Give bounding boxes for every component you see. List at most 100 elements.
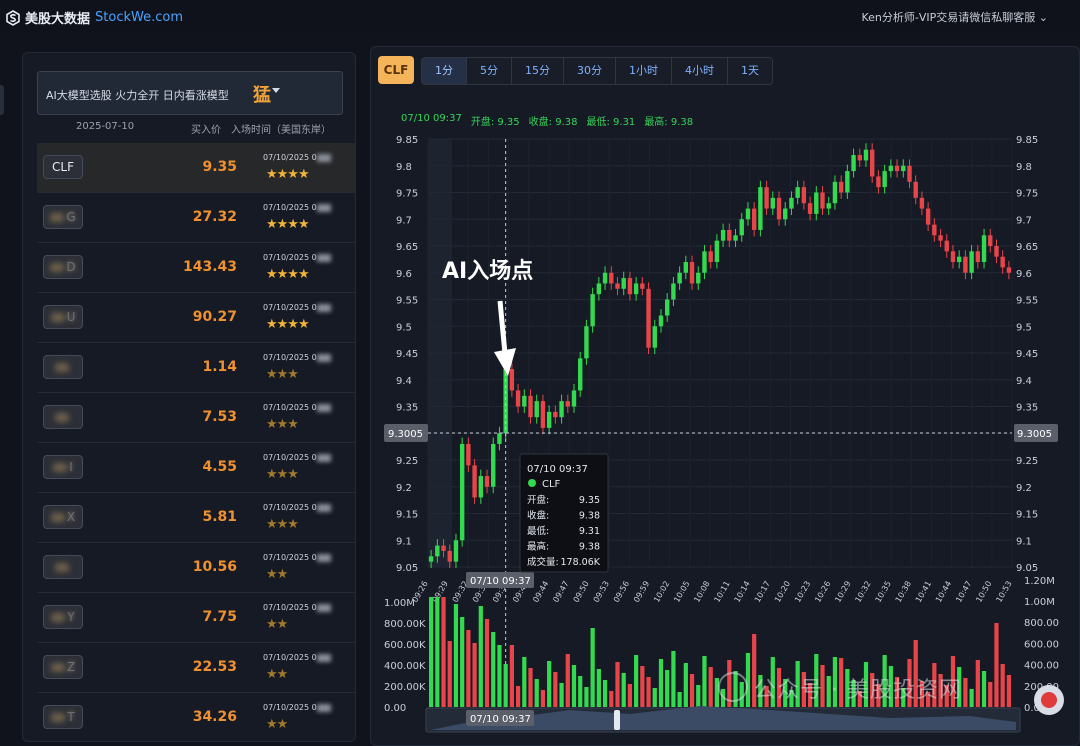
candle [975, 251, 981, 263]
volume-bar [627, 684, 633, 707]
ticker-chip[interactable] [43, 555, 83, 579]
candle [447, 550, 452, 562]
time-tick: 09:29 [431, 580, 450, 604]
volume-bar [553, 672, 558, 707]
volume-tick-right: 600.00 [1024, 639, 1059, 650]
price-tick-left: 9.1 [396, 536, 412, 547]
time-tick: 10:11 [712, 580, 731, 604]
rating-stars: ★★ [266, 717, 288, 732]
account-menu[interactable]: Ken分析师-VIP交易请微信私聊客服 ⌄ [862, 9, 1049, 25]
price-tick-left: 9.7 [396, 215, 412, 226]
list-item[interactable]: U 90.27 07/10/2025 0 ★★★★ [37, 293, 355, 343]
entry-time-text: 07/10/2025 0 [263, 453, 317, 462]
logo-icon [6, 9, 20, 26]
ticker-chip[interactable]: G [43, 205, 83, 229]
ai-entry-annotation: AI入场点 [442, 258, 533, 284]
volume-bar [540, 690, 546, 707]
redacted-mark [316, 603, 331, 612]
model-dropdown[interactable]: AI大模型选股 火力全开 日内看涨模型 猛 [37, 71, 343, 115]
ticker-chip[interactable]: I [43, 455, 83, 479]
entry-time: 07/10/2025 0 [263, 303, 331, 312]
ticker-chip[interactable] [43, 355, 83, 379]
candle [776, 197, 782, 220]
side-drawer-handle[interactable] [0, 85, 4, 115]
volume-bar [497, 645, 502, 707]
candle [826, 203, 831, 209]
redacted-mark [316, 653, 331, 662]
volume-bar [460, 617, 465, 707]
list-item[interactable]: I 4.55 07/10/2025 0 ★★★ [37, 443, 355, 493]
site-logo[interactable]: 美股大数据 StockWe.com [6, 8, 183, 27]
candle [789, 197, 794, 209]
list-item[interactable]: D 143.43 07/10/2025 0 ★★★★ [37, 243, 355, 293]
list-item[interactable]: Z 22.53 07/10/2025 0 ★★ [37, 643, 355, 693]
price-tick-right: 9.4 [1016, 376, 1032, 387]
brand-name: 美股大数据 [25, 12, 91, 27]
list-item[interactable]: 7.53 07/10/2025 0 ★★★ [37, 393, 355, 443]
candle [677, 272, 682, 284]
volume-bar [696, 685, 701, 707]
tooltip-symbol: CLF [542, 479, 561, 490]
candle [907, 165, 912, 182]
volume-bar [994, 623, 999, 707]
entry-time: 07/10/2025 0 [263, 153, 331, 162]
volume-bar [621, 673, 626, 707]
redacted-mark [50, 263, 65, 272]
tooltip-value: 9.35 [579, 495, 600, 506]
list-item[interactable]: Y 7.75 07/10/2025 0 ★★ [37, 593, 355, 643]
price-tick-right: 9.05 [1016, 563, 1038, 574]
volume-bar [547, 661, 552, 707]
candle [509, 369, 515, 391]
candle [609, 272, 614, 284]
price-tick-left: 9.5 [396, 322, 412, 333]
series-dot [528, 479, 536, 487]
ticker-chip[interactable] [43, 405, 83, 429]
crosshair-price-left: 9.3005 [388, 429, 423, 440]
tooltip-label: 成交量: [527, 556, 559, 568]
redacted-mark [316, 153, 331, 162]
volume-tick-left: 600.00K [384, 640, 426, 651]
ticker-chip[interactable]: X [43, 505, 83, 529]
buy-price: 143.43 [182, 259, 237, 275]
time-tick: 09:47 [551, 580, 570, 604]
model-strength-badge: 猛 [253, 85, 271, 106]
redacted-mark [55, 363, 69, 372]
time-tick: 10:14 [733, 580, 752, 604]
candle [876, 176, 881, 188]
caret-down-icon [272, 88, 280, 93]
candle [497, 433, 502, 444]
entry-time-text: 07/10/2025 0 [263, 253, 317, 262]
redacted-mark [51, 713, 66, 722]
candle [435, 545, 440, 557]
list-item[interactable]: T 34.26 07/10/2025 0 ★★ [37, 693, 355, 741]
candle [969, 251, 974, 273]
volume-bar [528, 668, 533, 707]
candle [559, 401, 564, 418]
list-item[interactable]: 1.14 07/10/2025 0 ★★★ [37, 343, 355, 393]
list-item[interactable]: CLF 9.35 07/10/2025 0 ★★★★ [37, 143, 355, 193]
price-tick-left: 9.55 [396, 296, 418, 307]
ticker-chip[interactable]: Z [43, 655, 83, 679]
ticker-chip[interactable]: T [43, 705, 83, 729]
price-tick-left: 9.65 [396, 242, 418, 253]
buy-price: 9.35 [202, 159, 237, 175]
candle [795, 187, 800, 198]
list-item[interactable]: G 27.32 07/10/2025 0 ★★★★ [37, 193, 355, 243]
price-tick-left: 9.45 [396, 349, 418, 360]
list-item[interactable]: X 5.81 07/10/2025 0 ★★★ [37, 493, 355, 543]
ticker-chip[interactable]: U [43, 305, 83, 329]
watermark: 公众号 · 美股投资网 [718, 672, 962, 704]
volume-bar [565, 654, 570, 707]
buy-price: 90.27 [192, 309, 237, 325]
chat-button[interactable] [1034, 685, 1064, 715]
ticker-chip[interactable]: CLF [43, 155, 83, 179]
volume-bar [615, 662, 620, 707]
candle [515, 390, 521, 407]
list-item[interactable]: 10.56 07/10/2025 0 ★★ [37, 543, 355, 593]
ticker-chip[interactable]: D [43, 255, 83, 279]
price-chart[interactable]: 9.059.059.19.19.159.159.29.29.259.259.39… [370, 46, 1080, 734]
candle [571, 390, 577, 407]
candle [882, 171, 887, 188]
entry-time: 07/10/2025 0 [263, 603, 331, 612]
ticker-chip[interactable]: Y [43, 605, 83, 629]
